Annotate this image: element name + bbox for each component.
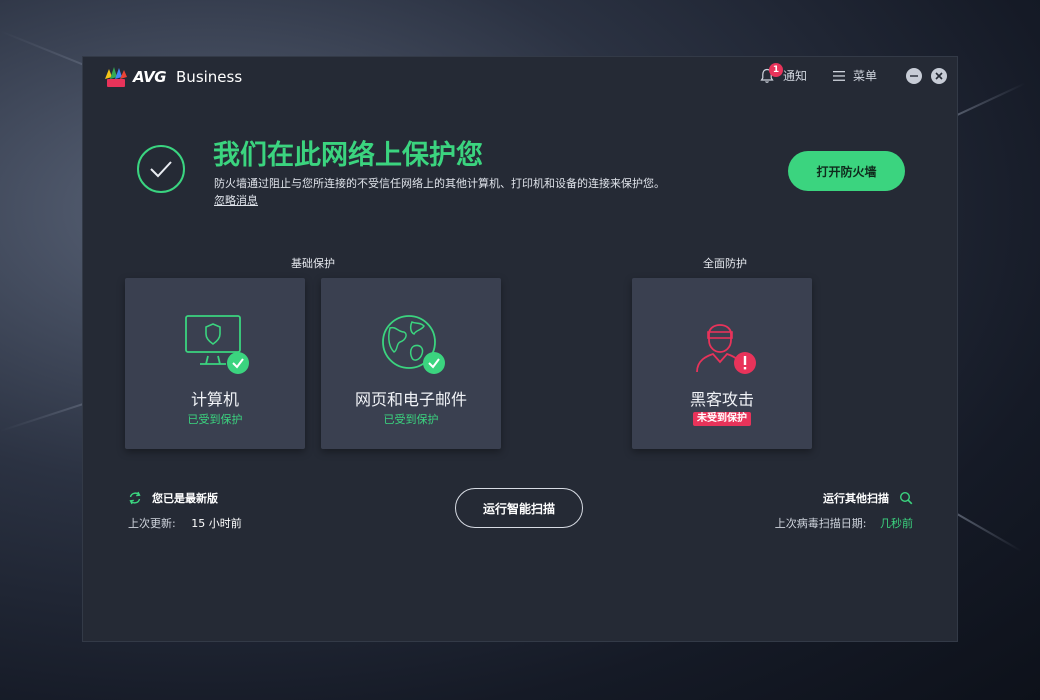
dismiss-message-link[interactable]: 忽略消息 bbox=[214, 192, 258, 208]
menu-button[interactable]: 菜单 bbox=[832, 67, 877, 84]
unprotected-badge: 未受到保护 bbox=[693, 412, 751, 426]
avg-logo-icon bbox=[105, 67, 127, 87]
section-label-full: 全面防护 bbox=[703, 257, 747, 270]
minimize-icon bbox=[910, 74, 918, 77]
last-scan-value: 几秒前 bbox=[880, 517, 913, 530]
last-update-label: 上次更新: bbox=[128, 517, 176, 530]
product-name: Business bbox=[176, 68, 243, 86]
notifications-label: 通知 bbox=[782, 69, 807, 83]
checkmark-circle-icon bbox=[137, 145, 185, 193]
globe-icon bbox=[382, 315, 445, 374]
update-status: 您已是最新版 上次更新: 15 小时前 bbox=[128, 490, 242, 531]
hamburger-icon bbox=[832, 70, 845, 81]
menu-label: 菜单 bbox=[852, 69, 877, 83]
run-smart-scan-button[interactable]: 运行智能扫描 bbox=[455, 488, 583, 528]
close-button[interactable] bbox=[931, 67, 947, 84]
minimize-button[interactable] bbox=[906, 67, 922, 84]
card-title: 黑客攻击 bbox=[689, 390, 754, 409]
brand-name: AVG bbox=[133, 68, 167, 86]
card-title: 网页和电子邮件 bbox=[354, 390, 467, 409]
update-title: 您已是最新版 bbox=[152, 492, 218, 505]
card-computer[interactable]: 计算机 已受到保护 bbox=[125, 278, 305, 449]
scan-status: 运行其他扫描 上次病毒扫描日期: 几秒前 bbox=[775, 490, 913, 531]
app-window: AVG Business 1 通知 菜单 我们在此网络上保护您 防火墙通过阻止与… bbox=[83, 57, 957, 641]
banner-title: 我们在此网络上保护您 bbox=[213, 140, 483, 171]
refresh-icon bbox=[129, 491, 141, 505]
open-firewall-button[interactable]: 打开防火墙 bbox=[788, 151, 905, 191]
computer-shield-icon bbox=[185, 315, 249, 374]
run-other-scans-link[interactable]: 运行其他扫描 bbox=[775, 490, 913, 506]
card-hacker-attacks[interactable]: 黑客攻击 未受到保护 bbox=[632, 278, 812, 449]
card-status: 已受到保护 bbox=[187, 413, 243, 426]
app-logo: AVG Business bbox=[103, 65, 242, 89]
last-update-value: 15 小时前 bbox=[191, 517, 242, 530]
section-label-basic: 基础保护 bbox=[291, 257, 335, 270]
card-title: 计算机 bbox=[190, 390, 239, 409]
close-icon bbox=[935, 71, 943, 80]
banner-description: 防火墙通过阻止与您所连接的不受信任网络上的其他计算机、打印机和设备的连接来保护您… bbox=[214, 177, 665, 190]
search-icon bbox=[899, 491, 913, 505]
hacker-icon bbox=[696, 324, 756, 374]
title-bar: AVG Business 1 通知 菜单 bbox=[83, 57, 957, 97]
run-other-scans-label: 运行其他扫描 bbox=[823, 492, 889, 505]
notification-count-badge: 1 bbox=[768, 63, 783, 77]
last-scan-label: 上次病毒扫描日期: bbox=[774, 517, 867, 530]
card-status: 已受到保护 bbox=[383, 413, 439, 426]
card-web-email[interactable]: 网页和电子邮件 已受到保护 bbox=[321, 278, 501, 449]
notifications-button[interactable]: 1 通知 bbox=[759, 63, 807, 84]
